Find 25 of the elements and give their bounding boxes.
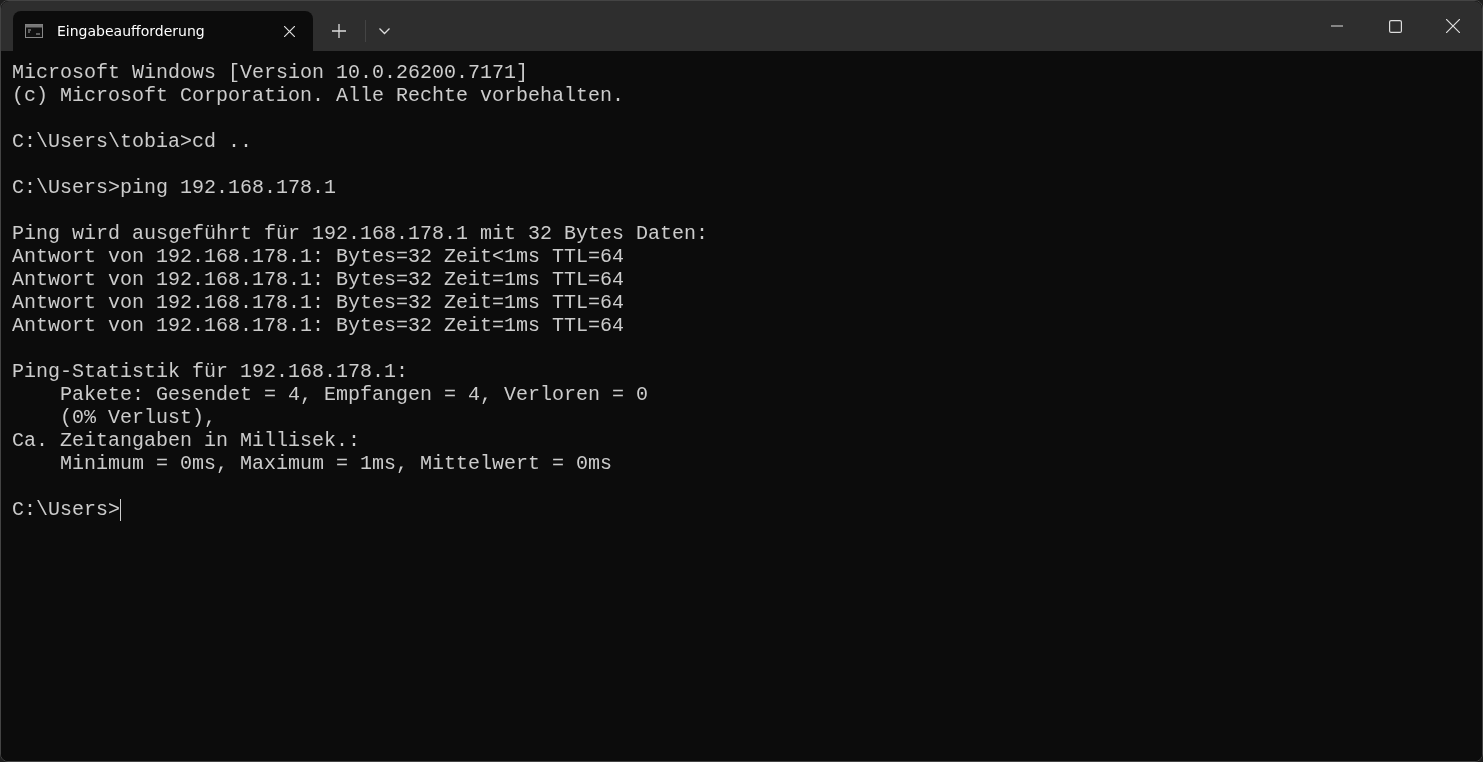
terminal-line: Ping-Statistik für 192.168.178.1:: [12, 360, 409, 383]
terminal-line: Minimum = 0ms, Maximum = 1ms, Mittelwert = 0ms: [59, 452, 613, 475]
tab[interactable]: Eingabeaufforderung: [13, 11, 313, 51]
terminal-line: Antwort von 192.168.178.1: Bytes=32 Zeit<1ms TTL=64: [12, 245, 625, 268]
chevron-down-icon: [378, 27, 390, 35]
close-icon: [283, 25, 295, 37]
command-prompt: C:\Users>: [12, 498, 121, 521]
text-cursor: [120, 498, 122, 521]
terminal-line: C:\Users>ping 192.168.178.1: [12, 176, 337, 199]
terminal-line: Antwort von 192.168.178.1: Bytes=32 Zeit=1ms TTL=64: [12, 291, 625, 314]
terminal-line: Antwort von 192.168.178.1: Bytes=32 Zeit=1ms TTL=64: [12, 314, 625, 337]
minimize-icon: [1331, 25, 1343, 27]
maximize-icon: [1388, 19, 1402, 33]
terminal-line: Antwort von 192.168.178.1: Bytes=32 Zeit=1ms TTL=64: [12, 268, 625, 291]
terminal-line: Microsoft Windows [Version 10.0.26200.7171]: [12, 61, 529, 84]
terminal-line: (0% Verlust),: [59, 406, 217, 429]
terminal-icon: [25, 24, 43, 38]
plus-icon: [332, 24, 346, 38]
terminal-line: (c) Microsoft Corporation. Alle Rechte vorbehalten.: [12, 84, 625, 107]
close-icon: [1446, 19, 1460, 33]
terminal-line: Pakete: Gesendet = 4, Empfangen = 4, Verloren = 0: [59, 383, 649, 406]
terminal-line: C:\Users\tobia>cd ..: [12, 130, 253, 153]
terminal-line: Ca. Zeitangaben in Millisek.:: [12, 429, 361, 452]
tab-title: Eingabeaufforderung: [57, 23, 206, 39]
terminal-line: Ping wird ausgeführt für 192.168.178.1 mit 32 Bytes Daten:: [12, 222, 709, 245]
